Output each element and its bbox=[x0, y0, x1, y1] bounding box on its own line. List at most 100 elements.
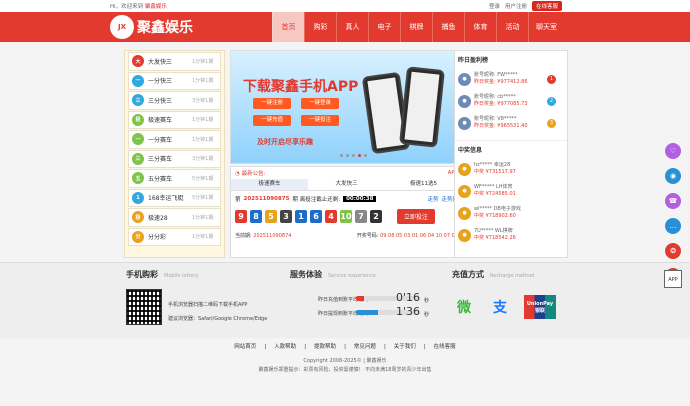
recent-info: 7U***** WL棋牌 中奖 ¥718542.26 bbox=[474, 228, 544, 242]
tab-lottery-0[interactable]: 极速赛车 bbox=[231, 179, 308, 190]
winner-row: ● 账号昵称: cb***** 昨日奖金: ¥977085.73 2 bbox=[455, 90, 567, 112]
nav-item-8[interactable]: 聊天室 bbox=[528, 12, 564, 42]
side-qr-icon[interactable]: APP bbox=[664, 270, 682, 288]
carousel-dots[interactable] bbox=[340, 154, 367, 157]
lottery-icon: 一 bbox=[132, 74, 144, 87]
lottery-item[interactable]: 1 168幸运飞艇 5分钟1期 bbox=[128, 188, 221, 207]
pay-section: 充值方式 Recharge method 微 支 UnionPay 银联 bbox=[452, 269, 572, 319]
lottery-item[interactable]: 一一分快三 1分钟1期 bbox=[128, 71, 221, 90]
nav-item-3[interactable]: 电子 bbox=[368, 12, 400, 42]
avatar: ● bbox=[458, 94, 471, 108]
separator: | bbox=[304, 344, 307, 350]
banner-button[interactable]: 一键投注 bbox=[301, 115, 339, 126]
lottery-item[interactable]: 五五分赛车 5分钟1期 bbox=[128, 169, 221, 188]
top-bar: Hi，欢迎来到 聚鑫娱乐 登录 用户注册 在线客服 bbox=[0, 0, 690, 12]
site-name[interactable]: 聚鑫娱乐 bbox=[145, 4, 167, 10]
rank-badge: 2 bbox=[547, 96, 556, 106]
winner-row: ● 账号昵称: V8***** 昨日奖金: ¥965531.40 3 bbox=[455, 112, 567, 134]
nav-item-7[interactable]: 活动 bbox=[496, 12, 528, 42]
online-service-button[interactable]: 在线客服 bbox=[531, 1, 562, 11]
phone-image bbox=[361, 64, 445, 156]
lottery-name: 大发快三 bbox=[148, 58, 173, 66]
recent-row: ● wl***** DB电子游戏 中奖 ¥718902.60 bbox=[455, 202, 567, 224]
lottery-item[interactable]: 三三分快三 3分钟1期 bbox=[128, 91, 221, 110]
banner-button[interactable]: 一键登录 bbox=[301, 98, 339, 109]
draw-ball: 10 bbox=[340, 210, 352, 223]
countdown: 00:00:38 bbox=[343, 196, 377, 202]
nav-item-4[interactable]: 棋牌 bbox=[400, 12, 432, 42]
banner-title: 下载聚鑫手机APP bbox=[243, 79, 359, 95]
avatar: ● bbox=[458, 116, 471, 130]
footer-link[interactable]: 在线客服 bbox=[434, 344, 456, 350]
lottery-item[interactable]: 极极速赛车 1分钟1期 bbox=[128, 110, 221, 129]
nav-item-6[interactable]: 体育 bbox=[464, 12, 496, 42]
logo[interactable]: JX 聚鑫娱乐 bbox=[110, 15, 193, 39]
recent-title: 中奖信息 bbox=[455, 140, 567, 158]
side-button-icon[interactable]: ♡ bbox=[665, 143, 681, 159]
trend-link[interactable]: 走势 bbox=[427, 195, 438, 203]
lottery-frequency: 5分钟1期 bbox=[192, 195, 214, 202]
lottery-name: 五分赛车 bbox=[148, 175, 173, 183]
lottery-frequency: 1分钟1期 bbox=[192, 117, 214, 124]
lottery-frequency: 1分钟1期 bbox=[192, 58, 214, 65]
side-button-icon[interactable]: ☎ bbox=[665, 193, 681, 209]
side-button-icon[interactable]: ◉ bbox=[665, 168, 681, 184]
separator: | bbox=[383, 344, 386, 350]
recent-info: wl***** DB电子游戏 中奖 ¥718902.60 bbox=[474, 206, 544, 220]
lottery-icon: 分 bbox=[132, 230, 144, 243]
nav-item-1[interactable]: 购彩 bbox=[304, 12, 336, 42]
tab-lottery-1[interactable]: 大发快三 bbox=[308, 179, 385, 190]
nav-item-5[interactable]: 捕鱼 bbox=[432, 12, 464, 42]
draw-ball: 4 bbox=[325, 210, 337, 223]
rank-badge: 1 bbox=[547, 74, 556, 84]
banner-button[interactable]: 一键充值 bbox=[253, 115, 291, 126]
lottery-item[interactable]: 一一分赛车 1分钟1期 bbox=[128, 130, 221, 149]
login-link[interactable]: 登录 bbox=[489, 2, 500, 10]
lottery-item[interactable]: 大大发快三 1分钟1期 bbox=[128, 52, 221, 71]
avatar: ● bbox=[458, 184, 471, 198]
footer-link[interactable]: 入款帮助 bbox=[274, 344, 296, 350]
qr-code bbox=[126, 289, 162, 325]
service-section: 服务体验 Service experience 昨日充值到账平均时间 0'16 秒… bbox=[290, 270, 430, 318]
recent-row: ● 7U***** WL棋牌 中奖 ¥718542.26 bbox=[455, 224, 567, 246]
banner-button[interactable]: 一键注册 bbox=[253, 98, 291, 109]
footer-link[interactable]: 关于我们 bbox=[394, 344, 416, 350]
lottery-name: 三分赛车 bbox=[148, 156, 173, 164]
winner-panel: 昨日盈利榜 ● 账号昵称: FW***** 昨日奖金: ¥977412.86 1 ● 账号… bbox=[454, 50, 568, 258]
bet-button[interactable]: 立即投注 bbox=[397, 209, 436, 224]
tab-lottery-2[interactable]: 极速11选5 bbox=[385, 179, 462, 190]
recent-prize: 中奖 ¥724585.01 bbox=[474, 191, 516, 197]
lottery-frequency: 3分钟1期 bbox=[192, 97, 214, 104]
lottery-frequency: 1分钟1期 bbox=[192, 214, 214, 221]
lottery-item[interactable]: 极极速28 1分钟1期 bbox=[128, 208, 221, 227]
nav-item-0[interactable]: 首页 bbox=[272, 12, 304, 42]
lottery-icon: 1 bbox=[132, 191, 144, 204]
withdraw-time: 1'36 bbox=[396, 305, 421, 318]
footer-link[interactable]: 常见问题 bbox=[354, 344, 376, 350]
lottery-name: 168幸运飞艇 bbox=[148, 195, 184, 203]
bell-icon: ◔ bbox=[235, 171, 240, 177]
nav-item-2[interactable]: 真人 bbox=[336, 12, 368, 42]
avatar: ● bbox=[458, 206, 471, 220]
draw-balls: 9 8 5 3 1 6 4 10 7 2 立即投注 bbox=[231, 207, 462, 226]
mobile-line2: 建议浏览器：Safari/Google Chrome/Edge bbox=[168, 316, 268, 322]
mobile-section: 手机购彩 Mobile lottery 手机浏览器扫描二维码下载手机APP 建议浏… bbox=[126, 269, 267, 325]
lottery-icon: 极 bbox=[132, 211, 144, 224]
app-banner[interactable]: 下载聚鑫手机APP 一键注册 一键登录 一键充值 一键投注 及时开启尽享乐趣 bbox=[230, 50, 463, 164]
winner-info: 账号昵称: V8***** 昨日奖金: ¥965531.40 bbox=[474, 116, 544, 130]
draw-ball: 1 bbox=[295, 210, 307, 223]
avatar: ● bbox=[458, 228, 471, 242]
notice-bar[interactable]: ◔ 最新公告: APP bbox=[231, 167, 462, 179]
footer-link[interactable]: 网站首页 bbox=[234, 344, 256, 350]
lottery-item[interactable]: 分分分彩 1分钟1期 bbox=[128, 227, 221, 246]
register-link[interactable]: 用户注册 bbox=[505, 2, 527, 10]
side-button-icon[interactable]: … bbox=[665, 218, 681, 234]
lottery-icon: 三 bbox=[132, 152, 144, 165]
winner-prize: 昨日奖金: ¥977412.86 bbox=[474, 79, 528, 85]
lottery-item[interactable]: 三三分赛车 3分钟1期 bbox=[128, 149, 221, 168]
banner-slogan: 及时开启尽享乐趣 bbox=[257, 138, 313, 146]
side-button-icon[interactable]: ❂ bbox=[665, 243, 681, 259]
footer-link[interactable]: 提款帮助 bbox=[314, 344, 336, 350]
winner-account: 账号昵称: cb***** bbox=[474, 94, 516, 100]
lottery-name: 极速28 bbox=[148, 214, 168, 222]
